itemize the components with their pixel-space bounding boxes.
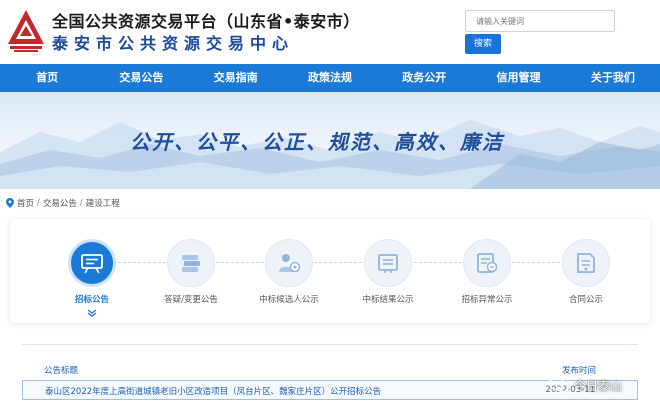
- column-header-title: 公告标题: [44, 366, 79, 376]
- list-header: 公告标题 发布时间: [22, 358, 638, 378]
- tab-result[interactable]: 中标结果公示: [338, 239, 438, 305]
- watermark-text: 今日泰山: [574, 378, 623, 393]
- tab-label: 答疑/变更公告: [164, 295, 218, 305]
- nav-item-credit[interactable]: 信用管理: [471, 64, 565, 92]
- logo-icon: [8, 10, 44, 52]
- breadcrumb-construction: 建设工程: [85, 199, 120, 209]
- list-item[interactable]: 泰山区2022年度上高街道城镇老旧小区改造项目（凤台片区、魏家庄片区）公开招标公…: [22, 380, 638, 400]
- candidate-icon: [265, 239, 313, 287]
- tab-label: 招标异常公示: [461, 295, 513, 305]
- announcement-list: 公告标题 发布时间 泰山区2022年度上高街道城镇老旧小区改造项目（凤台片区、魏…: [22, 344, 638, 414]
- banner: 公开、公平、公正、规范、高效、廉洁: [0, 92, 660, 189]
- contract-icon: [562, 239, 610, 287]
- breadcrumb-separator: /: [79, 198, 83, 208]
- banner-slogan: 公开、公平、公正、规范、高效、廉洁: [130, 130, 504, 154]
- tab-label: 合同公示: [568, 295, 603, 305]
- list-item-title[interactable]: 泰山区2022年度上高街道城镇老旧小区改造项目（凤台片区、魏家庄片区）公开招标公…: [45, 385, 381, 397]
- breadcrumb-home[interactable]: 首页: [17, 197, 34, 209]
- qa-change-icon: [167, 239, 215, 287]
- nav-item-about[interactable]: 关于我们: [566, 64, 660, 92]
- tab-contract[interactable]: 合同公示: [536, 239, 636, 305]
- tab-qa-change[interactable]: 答疑/变更公告: [141, 239, 241, 305]
- tab-label: 中标候选人公示: [259, 295, 319, 305]
- nav-item-disclosure[interactable]: 政务公开: [377, 64, 471, 92]
- tab-bidding-announcement[interactable]: 招标公告: [42, 239, 142, 305]
- search-button[interactable]: 搜索: [465, 34, 501, 54]
- site-header: 全国公共资源交易平台（山东省•泰安市） 泰安市公共资源交易中心 搜索: [0, 0, 660, 64]
- wechat-icon: [548, 376, 570, 393]
- search-input[interactable]: [465, 10, 615, 32]
- announcement-type-tabs: 招标公告 答疑/变更公告 中标候选人公示 中标结果公示 招标异常公示 合同公示: [10, 219, 650, 323]
- nav-item-guide[interactable]: 交易指南: [189, 64, 283, 92]
- divider: [22, 344, 638, 345]
- tab-anomaly[interactable]: 招标异常公示: [437, 239, 537, 305]
- nav-item-home[interactable]: 首页: [0, 64, 94, 92]
- main-nav: 首页 交易公告 交易指南 政策法规 政务公开 信用管理 关于我们: [0, 64, 660, 92]
- breadcrumb-announcements[interactable]: 交易公告: [43, 197, 77, 209]
- watermark: 今日泰山: [548, 373, 654, 397]
- tab-label: 招标公告: [74, 295, 109, 305]
- tab-candidate[interactable]: 中标候选人公示: [239, 239, 339, 305]
- anomaly-icon: [463, 239, 511, 287]
- nav-item-policy[interactable]: 政策法规: [283, 64, 377, 92]
- result-icon: [364, 239, 412, 287]
- breadcrumb: 首页 / 交易公告 / 建设工程: [6, 197, 120, 209]
- breadcrumb-separator: /: [37, 198, 40, 208]
- bidding-announcement-icon: [68, 239, 116, 287]
- nav-item-announcements[interactable]: 交易公告: [94, 64, 188, 92]
- site-subtitle: 泰安市公共资源交易中心: [52, 34, 295, 53]
- site-title: 全国公共资源交易平台（山东省•泰安市）: [52, 12, 360, 31]
- location-pin-icon: [6, 198, 14, 208]
- chevron-down-icon: [87, 309, 97, 317]
- tab-label: 中标结果公示: [362, 295, 414, 305]
